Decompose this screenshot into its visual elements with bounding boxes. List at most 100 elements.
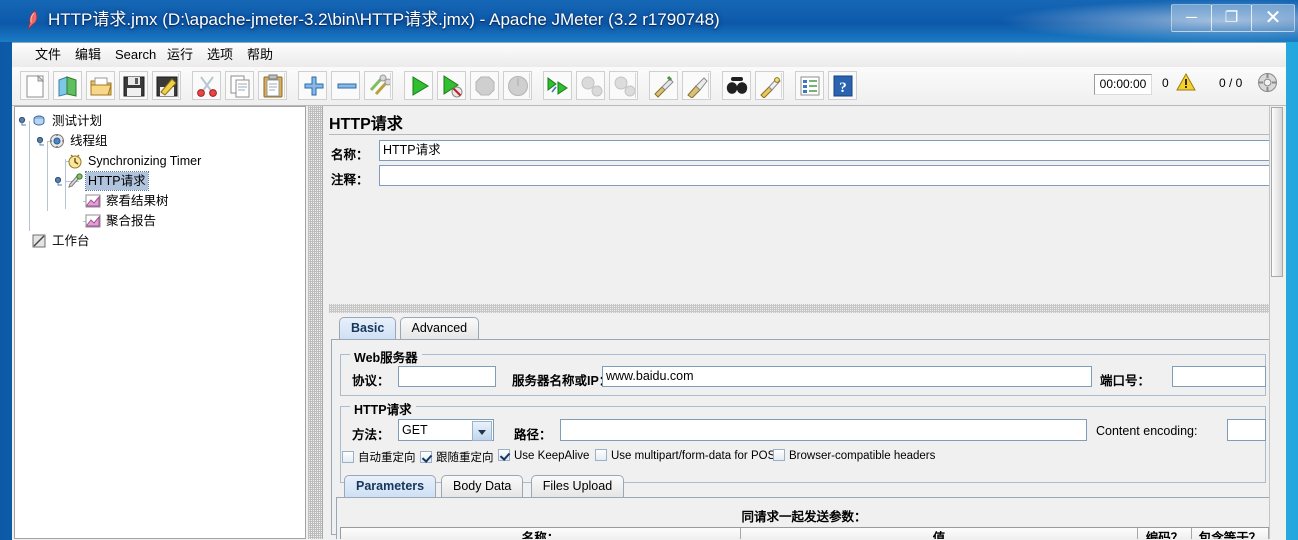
checkbox-box[interactable] (420, 451, 432, 463)
protocol-input[interactable] (398, 366, 496, 387)
tab-basic[interactable]: Basic (339, 317, 397, 339)
column-header-encode[interactable]: 编码？ (1138, 528, 1192, 539)
maximize-icon: ❐ (1224, 9, 1239, 26)
port-input[interactable] (1172, 366, 1266, 387)
tab-body-data[interactable]: Body Data (441, 475, 524, 497)
maximize-button[interactable]: ❐ (1211, 4, 1252, 32)
checkbox-use-multipart[interactable]: Use multipart/form-data for POST (595, 449, 782, 462)
search-reset-icon (759, 77, 781, 98)
menu-item-4[interactable]: 运行 (162, 46, 198, 64)
tab-files-upload[interactable]: Files Upload (530, 475, 625, 497)
search-reset-button[interactable] (755, 71, 784, 100)
method-select[interactable]: GET (398, 419, 494, 441)
templates-button[interactable] (53, 71, 82, 100)
column-header-value[interactable]: 值 (741, 528, 1138, 539)
cut-button[interactable] (192, 71, 221, 100)
checkbox-box[interactable] (498, 449, 510, 461)
paste-icon (263, 74, 282, 98)
expand-all-button[interactable] (298, 71, 327, 100)
start-no-pauses-button[interactable] (437, 71, 466, 100)
request-options-row: 自动重定向 跟随重定向 Use KeepAlive Use multipart/for… (332, 449, 1276, 467)
new-button[interactable] (20, 71, 49, 100)
start-icon (412, 76, 429, 96)
stop-button[interactable] (470, 71, 499, 100)
comment-input[interactable] (379, 165, 1275, 186)
copy-icon (230, 75, 249, 98)
server-name-input[interactable]: www.baidu.com (602, 366, 1092, 387)
copy-button[interactable] (225, 71, 254, 100)
name-input[interactable]: HTTP请求 (379, 140, 1275, 161)
workbench-icon (32, 234, 46, 248)
remote-start-all-button[interactable] (543, 71, 572, 100)
threads-gauge-icon[interactable] (1257, 72, 1278, 93)
search-icon (726, 77, 747, 94)
menu-item-2[interactable]: 编辑 (70, 46, 106, 64)
remote-stop-all-button[interactable] (576, 71, 605, 100)
jmeter-window: HTTP请求.jmx (D:\apache-jmeter-3.2\bin\HTT… (0, 0, 1298, 540)
test-plan-tree[interactable]: 测试计划 线程组 Synchronizing Timer HTTP请求 察看结果树 聚合报… (14, 106, 306, 539)
content-encoding-input[interactable] (1227, 419, 1266, 441)
warning-icon[interactable] (1176, 73, 1196, 91)
help-button[interactable]: ? (828, 71, 857, 100)
save-as-button[interactable] (152, 71, 181, 100)
menu-item-1[interactable]: 文件 (30, 46, 66, 64)
checkbox-label: 自动重定向 (358, 452, 416, 464)
path-label: 路径： (514, 428, 552, 442)
editor-vertical-scrollbar[interactable] (1269, 106, 1284, 539)
path-input[interactable] (560, 419, 1087, 441)
port-label: 端口号： (1100, 374, 1151, 388)
remote-stop-all-icon (581, 76, 602, 97)
chevron-down-icon[interactable] (472, 421, 492, 441)
toolbar-separator-6 (708, 73, 709, 98)
menu-item-3[interactable]: Search (110, 46, 161, 64)
parameters-table[interactable]: 名称：值编码？ 包含等于？ (340, 527, 1269, 539)
checkbox-label: Use KeepAlive (514, 450, 590, 462)
collapse-all-button[interactable] (331, 71, 360, 100)
minimize-button[interactable]: ─ (1171, 4, 1212, 32)
clear-all-button[interactable] (682, 71, 711, 100)
client-area: 文件 编辑 Search 运行 选项 帮助 ? 00:00:00 0 0 / 0 测试计划… (12, 42, 1286, 540)
remote-shutdown-all-button[interactable] (609, 71, 638, 100)
menu-item-6[interactable]: 帮助 (242, 46, 278, 64)
tab-parameters[interactable]: Parameters (344, 475, 437, 497)
shutdown-button[interactable] (503, 71, 532, 100)
save-icon (123, 76, 144, 97)
checkbox-follow-redirects[interactable]: 跟随重定向 (420, 449, 494, 465)
save-button[interactable] (119, 71, 148, 100)
tree-expand-handle[interactable] (55, 177, 64, 186)
toggle-button[interactable] (364, 71, 393, 100)
listener-icon (85, 194, 101, 208)
content-encoding-label: Content encoding: (1096, 424, 1198, 438)
name-label: 名称： (331, 148, 369, 162)
parameters-tabstrip[interactable]: Parameters Body Data Files Upload (344, 475, 744, 497)
checkbox-browser-compatible-headers[interactable]: Browser-compatible headers (773, 449, 935, 462)
open-icon (90, 77, 112, 96)
checkbox-use-keepalive[interactable]: Use KeepAlive (498, 449, 589, 462)
column-header-include-equals[interactable]: 包含等于？ (1192, 528, 1269, 539)
open-button[interactable] (86, 71, 115, 100)
clear-button[interactable] (649, 71, 678, 100)
basic-advanced-tabstrip[interactable]: Basic Advanced (339, 317, 639, 339)
title-divider (329, 134, 1275, 135)
column-header-name[interactable]: 名称： (341, 528, 741, 539)
window-title: HTTP请求.jmx (D:\apache-jmeter-3.2\bin\HTT… (48, 10, 720, 29)
close-button[interactable]: ✕ (1251, 4, 1295, 32)
function-helper-button[interactable] (795, 71, 824, 100)
tree-expand-handle[interactable] (37, 137, 46, 146)
shutdown-icon (507, 76, 528, 96)
menu-item-5[interactable]: 选项 (202, 46, 238, 64)
settings-splitter[interactable] (329, 304, 1275, 313)
tree-expand-handle[interactable] (19, 117, 28, 126)
tab-advanced[interactable]: Advanced (399, 317, 480, 339)
checkbox-box[interactable] (773, 449, 785, 461)
start-button[interactable] (404, 71, 433, 100)
checkbox-box[interactable] (342, 451, 354, 463)
jmeter-logo-icon (27, 10, 38, 30)
web-server-group-title: Web服务器 (350, 347, 422, 366)
function-helper-icon (800, 76, 819, 96)
scrollbar-thumb[interactable] (1271, 107, 1283, 277)
paste-button[interactable] (258, 71, 287, 100)
checkbox-auto-redirect[interactable]: 自动重定向 (342, 449, 416, 465)
search-button[interactable] (722, 71, 751, 100)
checkbox-box[interactable] (595, 449, 607, 461)
